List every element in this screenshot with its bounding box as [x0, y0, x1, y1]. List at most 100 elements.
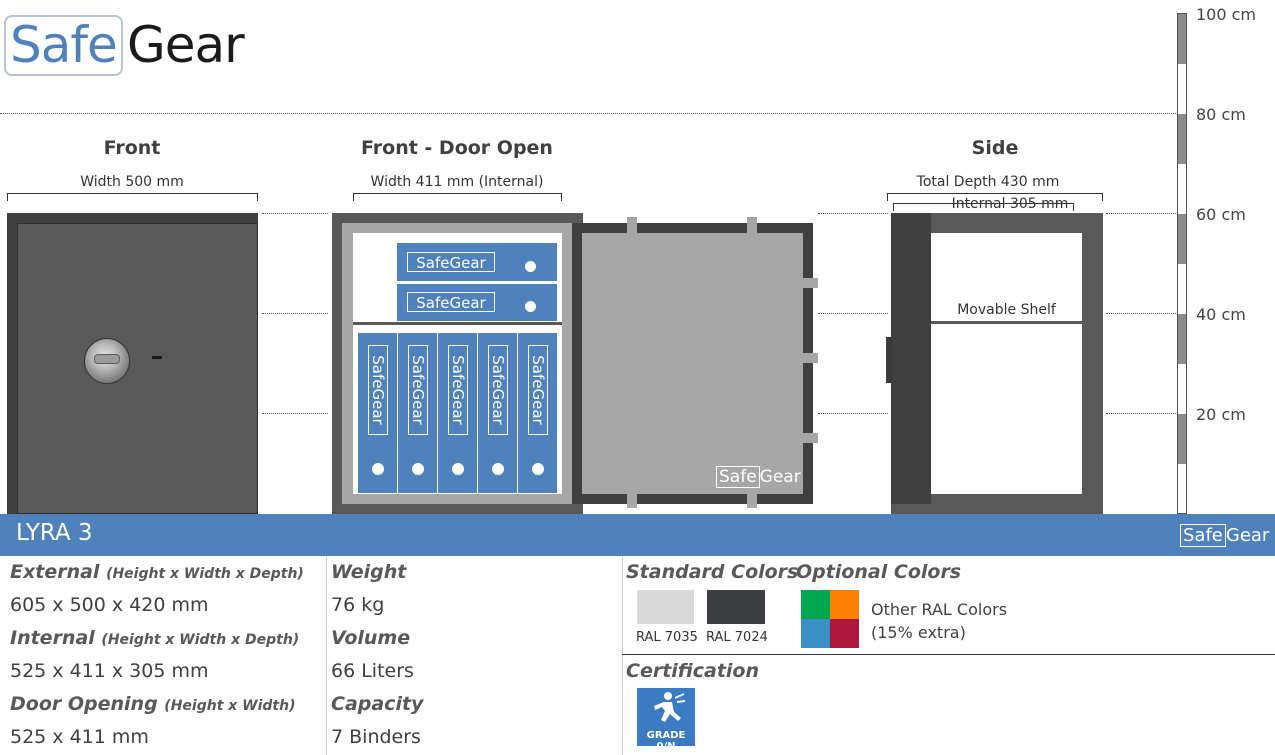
- side-handle: [886, 337, 892, 383]
- swatch-ral-7035-label: RAL 7035: [636, 630, 698, 645]
- certification-title: Certification: [626, 660, 760, 682]
- spec-door-opening-heading: Door Opening (Height x Width): [10, 693, 296, 715]
- side-internal-bracket: [893, 203, 1074, 211]
- binder-horizontal: SafeGear: [397, 284, 557, 321]
- guide-line-40c: [1106, 313, 1178, 314]
- door-bolt: [803, 353, 818, 363]
- door-bolt: [627, 493, 637, 508]
- side-interior: [931, 233, 1082, 494]
- binder-vertical: SafeGear: [358, 333, 397, 493]
- side-shelf: [931, 321, 1082, 324]
- movable-shelf-label: Movable Shelf: [957, 302, 1056, 318]
- door-bolt: [803, 278, 818, 288]
- ruler-label-100: 100 cm: [1196, 5, 1257, 24]
- door-logo: Safe Gear: [716, 466, 801, 488]
- binder-spine: SafeGear: [408, 345, 428, 435]
- swatch-ral-7024: [707, 590, 765, 624]
- guide-line-80: [0, 113, 1178, 114]
- spec-divider: [326, 557, 327, 755]
- binder-vertical: SafeGear: [478, 333, 517, 493]
- door-logo-safe: Safe: [716, 466, 760, 488]
- side-depth-label: Total Depth 430 mm: [916, 174, 1060, 190]
- binder-label: SafeGear: [409, 355, 427, 425]
- open-door-panel: [582, 233, 803, 494]
- binder-ring-icon: [372, 463, 384, 475]
- binder-spine: SafeGear: [488, 345, 508, 435]
- ruler-segment: [1178, 314, 1186, 364]
- binder-ring-icon: [532, 463, 544, 475]
- product-banner: [0, 514, 1275, 556]
- binder-label: SafeGear: [449, 355, 467, 425]
- binder-vertical: SafeGear: [518, 333, 557, 493]
- door-bolt: [747, 493, 757, 508]
- internal-shelf: [353, 322, 562, 325]
- spec-capacity-value: 7 Binders: [331, 726, 421, 748]
- spec-door-opening-note: (Height x Width): [164, 698, 296, 714]
- binder-spine: SafeGear: [368, 345, 388, 435]
- lock-knob-handle: [94, 354, 120, 364]
- swatch-ral-7024-label: RAL 7024: [706, 630, 768, 645]
- other-ral-note: (15% extra): [871, 623, 966, 642]
- binder-label: SafeGear: [407, 292, 495, 312]
- binder-ring-icon: [525, 261, 536, 272]
- swatch-ral-7035: [637, 590, 694, 624]
- ruler-segment: [1178, 114, 1186, 164]
- product-name: LYRA 3: [16, 520, 93, 546]
- guide-line-40a: [262, 313, 328, 314]
- binder-label: SafeGear: [369, 355, 387, 425]
- spec-volume-value: 66 Liters: [331, 660, 414, 682]
- spec-internal-heading: Internal (Height x Width x Depth): [10, 627, 299, 649]
- banner-logo-safe: Safe: [1180, 524, 1226, 547]
- optional-swatch-blue: [801, 619, 830, 648]
- spec-weight-label: Weight: [331, 561, 407, 583]
- keyhole-mark: [152, 356, 162, 359]
- front-width-label: Width 500 mm: [80, 174, 184, 190]
- burglar-icon: [654, 692, 686, 722]
- ruler-label-40: 40 cm: [1196, 305, 1246, 324]
- spec-divider: [622, 557, 623, 755]
- spec-external-heading: External (Height x Width x Depth): [10, 561, 304, 583]
- color-cert-divider: [622, 654, 1275, 655]
- binder-ring-icon: [525, 301, 536, 312]
- certification-badge-text: GRADE 0/N: [646, 730, 686, 752]
- standard-colors-title: Standard Colors: [626, 561, 799, 583]
- door-logo-gear: Gear: [759, 467, 801, 487]
- guide-line-20c: [1106, 413, 1178, 414]
- spec-internal-label: Internal: [10, 627, 95, 649]
- door-open-view-title: Front - Door Open: [361, 137, 553, 159]
- door-open-width-bracket: [353, 193, 562, 201]
- binder-spine: SafeGear: [448, 345, 468, 435]
- binder-vertical: SafeGear: [398, 333, 437, 493]
- other-ral-label: Other RAL Colors: [871, 600, 1008, 619]
- guide-line-20b: [818, 413, 888, 414]
- certification-badge: GRADE 0/N: [637, 688, 695, 752]
- guide-line-60c: [1106, 213, 1178, 214]
- binder-vertical: SafeGear: [438, 333, 477, 493]
- logo-safe-text: Safe: [10, 16, 118, 74]
- spec-external-note: (Height x Width x Depth): [106, 566, 304, 582]
- guide-line-60b: [818, 213, 888, 214]
- spec-external-value: 605 x 500 x 420 mm: [10, 594, 209, 616]
- banner-logo-gear: Gear: [1225, 525, 1270, 546]
- spec-internal-value: 525 x 411 x 305 mm: [10, 660, 209, 682]
- optional-swatch-orange: [830, 590, 859, 619]
- ruler-label-20: 20 cm: [1196, 405, 1246, 424]
- optional-swatch-crimson: [830, 619, 859, 648]
- spec-weight-value: 76 kg: [331, 594, 385, 616]
- door-bolt: [627, 217, 637, 233]
- front-safe-door: [17, 223, 258, 514]
- front-width-bracket: [7, 193, 258, 201]
- spec-capacity-label: Capacity: [331, 693, 424, 715]
- binder-ring-icon: [492, 463, 504, 475]
- ruler-segment: [1178, 414, 1186, 464]
- door-bolt: [747, 217, 757, 233]
- guide-line-20a: [262, 413, 328, 414]
- optional-colors-title: Optional Colors: [796, 561, 962, 583]
- guide-line-60a: [262, 213, 328, 214]
- spec-door-opening-value: 525 x 411 mm: [10, 726, 149, 748]
- spec-door-opening-label: Door Opening: [10, 693, 158, 715]
- ruler-label-60: 60 cm: [1196, 205, 1246, 224]
- binder-spine: SafeGear: [528, 345, 548, 435]
- binder-ring-icon: [452, 463, 464, 475]
- binder-label: SafeGear: [407, 252, 495, 272]
